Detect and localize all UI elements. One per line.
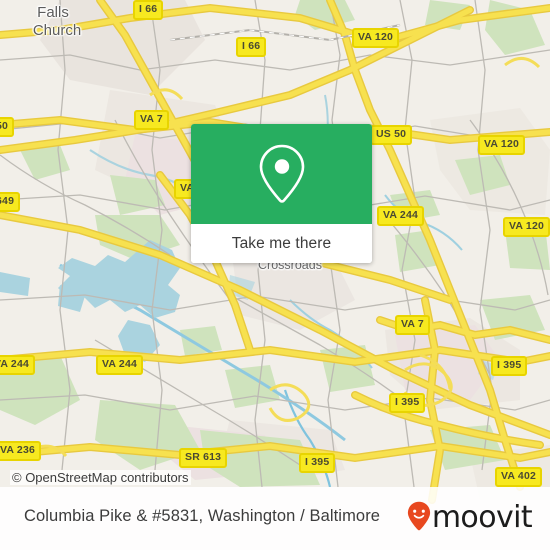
moovit-wordmark: moovit: [431, 500, 533, 535]
road-shield-va120-mid: VA 120: [478, 135, 526, 155]
road-shield-i395-bottom: I 395: [299, 453, 336, 473]
road-shield-i395-right: I 395: [491, 356, 528, 376]
map-canvas[interactable]: Falls Church Crossroads I 66 I 66 VA 120…: [0, 0, 550, 550]
take-me-there-card[interactable]: Take me there: [191, 124, 372, 263]
moovit-map-screenshot: Falls Church Crossroads I 66 I 66 VA 120…: [0, 0, 550, 550]
take-me-there-label[interactable]: Take me there: [191, 224, 372, 263]
road-shield-va7-upper: VA 7: [134, 110, 169, 130]
road-shield-va120-lower: VA 120: [503, 217, 550, 237]
road-shield-i66-right: I 66: [236, 37, 267, 57]
place-label-church: Church: [32, 22, 82, 39]
road-shield-va244-mid: VA 244: [96, 355, 144, 375]
location-title: Columbia Pike & #5831, Washington / Balt…: [24, 507, 381, 525]
road-shield-i395-center: I 395: [389, 393, 426, 413]
road-shield-va402: VA 402: [495, 467, 543, 487]
moovit-logo[interactable]: moovit: [407, 500, 533, 536]
place-label-falls: Falls: [37, 4, 69, 21]
osm-attribution[interactable]: © OpenStreetMap contributors: [10, 470, 191, 485]
moovit-smiley-pin-icon: [407, 501, 431, 536]
road-shield-va120-top: VA 120: [352, 28, 400, 48]
road-shield-va7-lower: VA 7: [395, 315, 430, 335]
road-shield-va236: VA 236: [0, 441, 42, 461]
footer-bar: Columbia Pike & #5831, Washington / Balt…: [0, 487, 550, 550]
map-vector-layer: [0, 0, 550, 550]
road-shield-sr613: SR 613: [179, 448, 228, 468]
road-shield-i66-top: I 66: [133, 0, 164, 20]
road-shield-50-left: 50: [0, 117, 15, 137]
card-image-area: [191, 124, 372, 224]
road-shield-649-left: 649: [0, 192, 21, 212]
road-shield-va244-left: VA 244: [0, 355, 36, 375]
road-shield-us50: US 50: [370, 125, 413, 145]
location-pin-icon: [259, 144, 304, 203]
road-shield-va244-right: VA 244: [377, 206, 425, 226]
